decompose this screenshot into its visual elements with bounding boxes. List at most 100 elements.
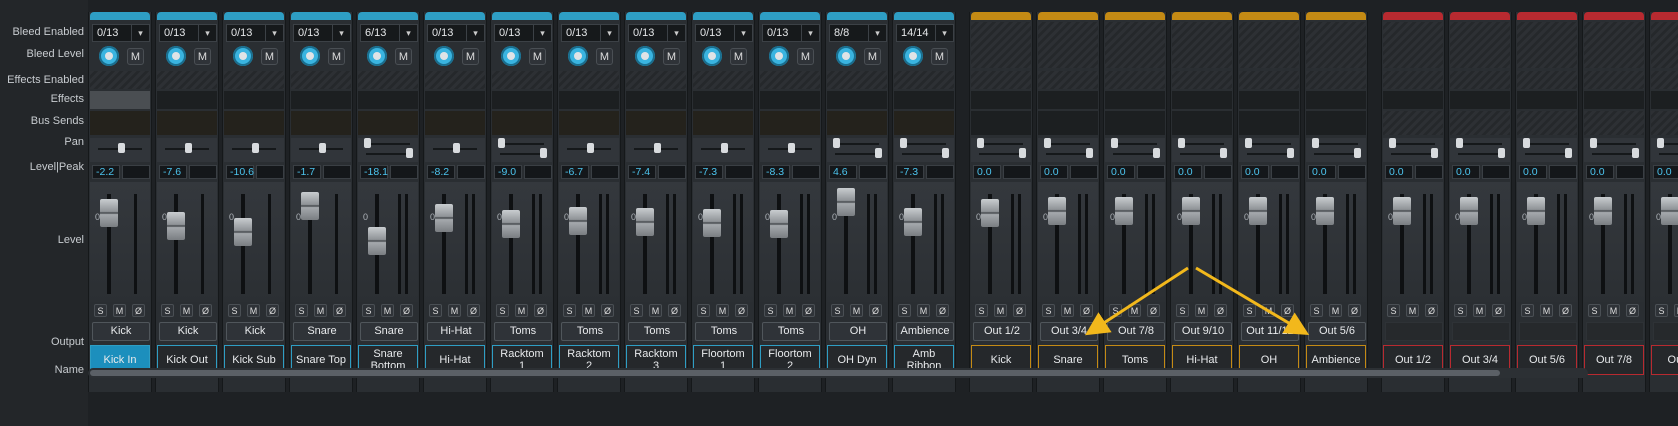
effects-slot[interactable]	[1651, 91, 1678, 109]
phase-icon[interactable]: Ø	[1214, 304, 1227, 317]
bleed-level-knob[interactable]	[99, 46, 119, 66]
channel-name[interactable]: Out 9	[1651, 345, 1678, 375]
effects-slot[interactable]	[559, 91, 619, 109]
solo-button[interactable]: S	[94, 304, 107, 317]
pan-control[interactable]	[894, 138, 954, 162]
bleed-mute-button[interactable]: M	[194, 48, 211, 65]
phase-icon[interactable]: Ø	[1492, 304, 1505, 317]
pan-handle-right[interactable]	[406, 148, 413, 158]
bleed-level-knob[interactable]	[166, 46, 186, 66]
level-readout[interactable]: -7.4	[628, 165, 656, 179]
level-readout[interactable]: 0.0	[1308, 165, 1336, 179]
bus-sends-slot[interactable]	[425, 111, 485, 135]
output-select[interactable]: Snare	[360, 322, 418, 341]
output-select[interactable]	[1586, 322, 1644, 341]
pan-handle-left[interactable]	[900, 138, 907, 148]
bleed-mute-button[interactable]: M	[797, 48, 814, 65]
solo-button[interactable]: S	[563, 304, 576, 317]
output-select[interactable]: Out 7/8	[1107, 322, 1165, 341]
output-select[interactable]: Toms	[628, 322, 686, 341]
level-fader[interactable]	[1182, 197, 1200, 225]
output-select[interactable]: OH	[829, 322, 887, 341]
mute-button[interactable]: M	[1674, 304, 1678, 317]
output-select[interactable]: Toms	[561, 322, 619, 341]
pan-control[interactable]	[358, 138, 418, 162]
output-select[interactable]: Out 9/10	[1174, 322, 1232, 341]
output-select[interactable]: Out 3/4	[1040, 322, 1098, 341]
mute-button[interactable]: M	[381, 304, 394, 317]
mute-button[interactable]: M	[716, 304, 729, 317]
output-select[interactable]: Out 1/2	[973, 322, 1031, 341]
bleed-select[interactable]: 0/13 ▾	[427, 24, 485, 42]
solo-button[interactable]: S	[161, 304, 174, 317]
level-fader[interactable]	[100, 199, 118, 227]
level-fader[interactable]	[1249, 197, 1267, 225]
pan-handle-left[interactable]	[1178, 138, 1185, 148]
bleed-level-knob[interactable]	[501, 46, 521, 66]
pan-control[interactable]	[1450, 138, 1510, 162]
level-readout[interactable]: 0.0	[1653, 165, 1678, 179]
bus-sends-slot[interactable]	[1450, 111, 1510, 135]
bus-sends-slot[interactable]	[693, 111, 753, 135]
pan-control[interactable]	[1172, 138, 1232, 162]
level-fader[interactable]	[502, 210, 520, 238]
effects-slot[interactable]	[1239, 91, 1299, 109]
bleed-mute-button[interactable]: M	[127, 48, 144, 65]
output-select[interactable]: Toms	[494, 322, 552, 341]
pan-control[interactable]	[1517, 138, 1577, 162]
phase-icon[interactable]: Ø	[1626, 304, 1639, 317]
bleed-select[interactable]: 0/13 ▾	[293, 24, 351, 42]
bleed-level-knob[interactable]	[300, 46, 320, 66]
output-select[interactable]	[1519, 322, 1577, 341]
level-fader[interactable]	[636, 208, 654, 236]
bus-sends-slot[interactable]	[492, 111, 552, 135]
pan-handle-right[interactable]	[942, 148, 949, 158]
solo-button[interactable]: S	[1521, 304, 1534, 317]
level-readout[interactable]: -2.2	[92, 165, 120, 179]
bleed-level-knob[interactable]	[434, 46, 454, 66]
effects-slot[interactable]	[1517, 91, 1577, 109]
bus-sends-slot[interactable]	[894, 111, 954, 135]
output-select[interactable]: Out 11/12	[1241, 322, 1299, 341]
level-readout[interactable]: -9.0	[494, 165, 522, 179]
phase-icon[interactable]: Ø	[1281, 304, 1294, 317]
mute-button[interactable]: M	[649, 304, 662, 317]
level-fader[interactable]	[301, 192, 319, 220]
level-readout[interactable]: 0.0	[1040, 165, 1068, 179]
bus-sends-slot[interactable]	[358, 111, 418, 135]
level-readout[interactable]: -18.1	[360, 165, 388, 179]
phase-icon[interactable]: Ø	[199, 304, 212, 317]
bleed-select[interactable]: 0/13 ▾	[628, 24, 686, 42]
bleed-mute-button[interactable]: M	[730, 48, 747, 65]
effects-slot[interactable]	[1172, 91, 1232, 109]
pan-control[interactable]	[492, 138, 552, 162]
bus-sends-slot[interactable]	[559, 111, 619, 135]
solo-button[interactable]: S	[1387, 304, 1400, 317]
pan-control[interactable]	[224, 138, 284, 162]
bleed-select[interactable]: 0/13 ▾	[226, 24, 284, 42]
level-readout[interactable]: 0.0	[1519, 165, 1547, 179]
pan-handle-left[interactable]	[1389, 138, 1396, 148]
effects-slot[interactable]	[1306, 91, 1366, 109]
effects-slot[interactable]	[492, 91, 552, 109]
level-readout[interactable]: 0.0	[973, 165, 1001, 179]
output-select[interactable]: Snare	[293, 322, 351, 341]
pan-handle[interactable]	[788, 143, 795, 153]
bleed-mute-button[interactable]: M	[663, 48, 680, 65]
pan-handle[interactable]	[453, 143, 460, 153]
effects-slot[interactable]	[1105, 91, 1165, 109]
pan-control[interactable]	[559, 138, 619, 162]
bleed-mute-button[interactable]: M	[864, 48, 881, 65]
bus-sends-slot[interactable]	[1584, 111, 1644, 135]
level-fader[interactable]	[770, 210, 788, 238]
output-select[interactable]: Kick	[159, 322, 217, 341]
mute-button[interactable]: M	[1061, 304, 1074, 317]
bleed-select[interactable]: 0/13 ▾	[561, 24, 619, 42]
level-readout[interactable]: -8.3	[762, 165, 790, 179]
bus-sends-slot[interactable]	[1172, 111, 1232, 135]
level-readout[interactable]: -1.7	[293, 165, 321, 179]
pan-handle-right[interactable]	[1565, 148, 1572, 158]
mute-button[interactable]: M	[582, 304, 595, 317]
pan-handle-right[interactable]	[1086, 148, 1093, 158]
mute-button[interactable]: M	[1195, 304, 1208, 317]
